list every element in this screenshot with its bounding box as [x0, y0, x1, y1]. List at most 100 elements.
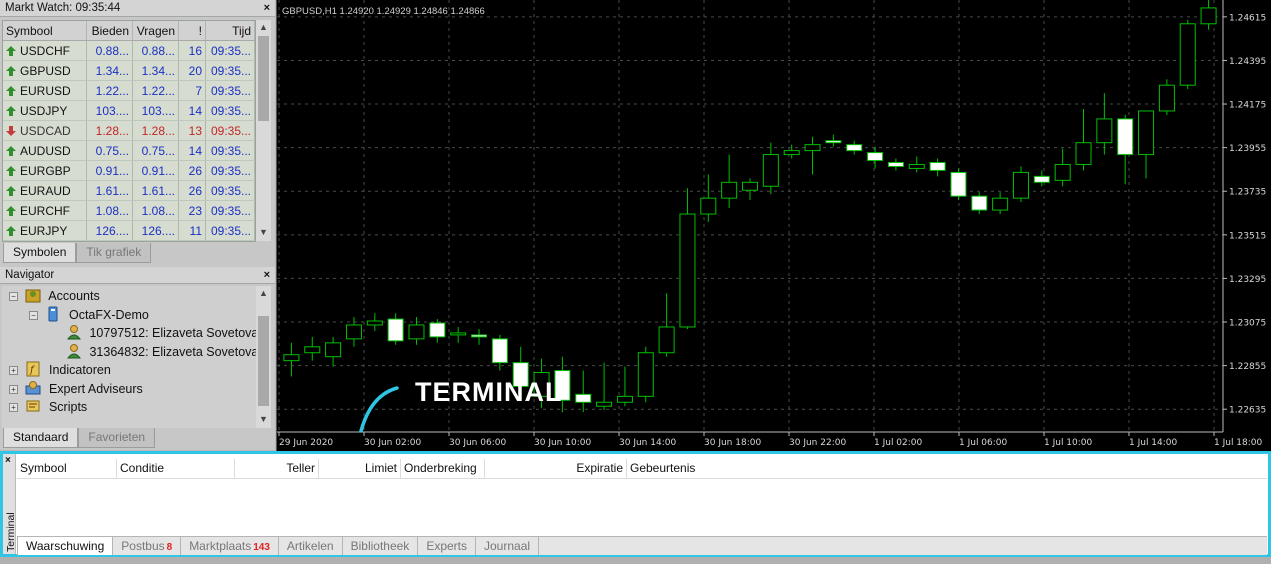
terminal-sidebar: × Terminal: [3, 454, 17, 554]
candle-body-bear: [1033, 175, 1050, 183]
cell-bid: 126....: [87, 221, 133, 240]
column-expiration[interactable]: Expiratie: [485, 459, 627, 478]
tab-articles[interactable]: Artikelen: [279, 537, 343, 555]
chevron-down-icon[interactable]: ▼: [259, 227, 268, 237]
tree-item-accounts[interactable]: − Accounts: [9, 287, 100, 305]
cell-ask: 1.08...: [133, 201, 179, 220]
arrow-up-icon: [6, 186, 16, 196]
cell-bid: 103....: [87, 101, 133, 120]
tree-label-account-1: 10797512: Elizaveta Sovetova: [89, 326, 259, 340]
tab-mailbox[interactable]: Postbus 8: [113, 537, 182, 555]
tab-experts[interactable]: Experts: [418, 537, 476, 555]
tree-item-scripts[interactable]: + Scripts: [9, 398, 87, 416]
tree-item-account-2[interactable]: 31364832: Elizaveta Sovetova: [66, 343, 258, 361]
cell-spread: 16: [179, 41, 206, 60]
symbol-label: EURCHF: [20, 204, 70, 218]
candle-body-bear: [867, 152, 884, 162]
scrollbar-thumb[interactable]: [258, 316, 269, 406]
navigator-title-bar: Navigator ×: [0, 267, 275, 284]
cell-bid: 1.28...: [87, 121, 133, 140]
tab-library[interactable]: Bibliotheek: [343, 537, 419, 555]
tab-alerts[interactable]: Waarschuwing: [17, 537, 114, 555]
expand-icon[interactable]: +: [9, 385, 18, 394]
candle-body-bull: [1138, 110, 1155, 156]
column-condition[interactable]: Conditie: [117, 459, 235, 478]
chevron-up-icon[interactable]: ▲: [259, 22, 268, 32]
y-tick-label: 1.24175: [1229, 101, 1266, 111]
column-bid[interactable]: Bieden: [87, 21, 133, 40]
tab-favorites[interactable]: Favorieten: [78, 428, 156, 448]
cell-time: 09:35...: [206, 81, 255, 100]
expand-icon[interactable]: +: [9, 366, 18, 375]
column-symbol[interactable]: Symbool: [3, 21, 87, 40]
cell-ask: 1.34...: [133, 61, 179, 80]
tab-journal[interactable]: Journaal: [476, 537, 540, 555]
market-watch-scrollbar[interactable]: ▲ ▼: [256, 20, 271, 241]
symbol-label: USDJPY: [20, 104, 68, 118]
column-limit[interactable]: Limiet: [319, 459, 401, 478]
table-row[interactable]: USDJPY 103.... 103.... 14 09:35...: [3, 101, 255, 121]
cell-bid: 1.08...: [87, 201, 133, 220]
close-icon[interactable]: ×: [264, 267, 270, 284]
cell-spread: 20: [179, 61, 206, 80]
collapse-icon[interactable]: −: [29, 311, 38, 320]
navigator-scrollbar[interactable]: ▲ ▼: [256, 286, 271, 428]
mailbox-count-badge: 8: [166, 542, 173, 553]
cell-spread: 26: [179, 161, 206, 180]
tab-standard[interactable]: Standaard: [3, 428, 79, 448]
column-spread[interactable]: !: [179, 21, 206, 40]
candle-body-bull: [283, 354, 300, 362]
tab-market[interactable]: Marktplaats 143: [181, 537, 279, 555]
candle-body-bear: [971, 195, 988, 211]
chevron-down-icon[interactable]: ▼: [259, 414, 268, 424]
expand-icon[interactable]: +: [9, 403, 18, 412]
table-row[interactable]: USDCHF 0.88... 0.88... 16 09:35...: [3, 41, 255, 61]
tab-mailbox-label: Postbus: [121, 539, 165, 553]
scrollbar-thumb[interactable]: [258, 36, 269, 121]
indicators-icon: f: [26, 361, 40, 377]
x-tick-label: 30 Jun 10:00: [534, 438, 591, 448]
server-icon: [48, 306, 58, 322]
close-icon[interactable]: ×: [5, 455, 11, 466]
column-counter[interactable]: Teller: [235, 459, 319, 478]
column-event[interactable]: Gebeurtenis: [627, 459, 747, 478]
table-row[interactable]: EURAUD 1.61... 1.61... 26 09:35...: [3, 181, 255, 201]
tree-item-expert-advisors[interactable]: + Expert Adviseurs: [9, 380, 143, 398]
y-tick-label: 1.24615: [1229, 13, 1266, 23]
candle-body-bear: [491, 338, 508, 364]
tree-item-account-1[interactable]: 10797512: Elizaveta Sovetova: [66, 324, 258, 342]
tree-item-server[interactable]: − OctaFX-Demo: [29, 306, 149, 324]
y-tick-label: 1.23515: [1229, 231, 1266, 241]
table-row[interactable]: GBPUSD 1.34... 1.34... 20 09:35...: [3, 61, 255, 81]
tab-market-label: Marktplaats: [189, 539, 252, 553]
table-row[interactable]: EURJPY 126.... 126.... 11 09:35...: [3, 221, 255, 241]
cell-spread: 7: [179, 81, 206, 100]
table-row[interactable]: EURCHF 1.08... 1.08... 23 09:35...: [3, 201, 255, 221]
table-row[interactable]: USDCAD 1.28... 1.28... 13 09:35...: [3, 121, 255, 141]
terminal-tabs: Waarschuwing Postbus 8 Marktplaats 143 Art…: [17, 536, 1267, 555]
user-icon: [66, 325, 82, 340]
column-interrupt[interactable]: Onderbreking: [401, 459, 485, 478]
price-chart[interactable]: 1.24615 1.24395 1.24175 1.23955 1.23735 1.235…: [276, 0, 1271, 451]
table-row[interactable]: AUDUSD 0.75... 0.75... 14 09:35...: [3, 141, 255, 161]
column-ask[interactable]: Vragen: [133, 21, 179, 40]
column-time[interactable]: Tijd: [206, 21, 255, 40]
collapse-icon[interactable]: −: [9, 292, 18, 301]
candle-body-bull: [637, 352, 654, 397]
tree-label-expert-advisors: Expert Adviseurs: [48, 382, 143, 396]
tab-tick-chart[interactable]: Tik grafiek: [76, 243, 152, 263]
candle-body-bull: [1012, 171, 1029, 199]
chevron-up-icon[interactable]: ▲: [259, 288, 268, 298]
tab-symbols[interactable]: Symbolen: [3, 243, 77, 263]
table-row[interactable]: EURUSD 1.22... 1.22... 7 09:35...: [3, 81, 255, 101]
column-symbol[interactable]: Symbool: [17, 459, 117, 478]
candle-body-bull: [1158, 84, 1175, 112]
status-strip: [0, 557, 1271, 564]
candle-body-bull: [741, 181, 759, 191]
close-icon[interactable]: ×: [264, 0, 270, 17]
candle-body-bear: [387, 318, 404, 342]
cell-ask: 0.91...: [133, 161, 179, 180]
symbol-label: EURJPY: [20, 224, 68, 238]
tree-item-indicators[interactable]: + f Indicatoren: [9, 361, 111, 379]
table-row[interactable]: EURGBP 0.91... 0.91... 26 09:35...: [3, 161, 255, 181]
